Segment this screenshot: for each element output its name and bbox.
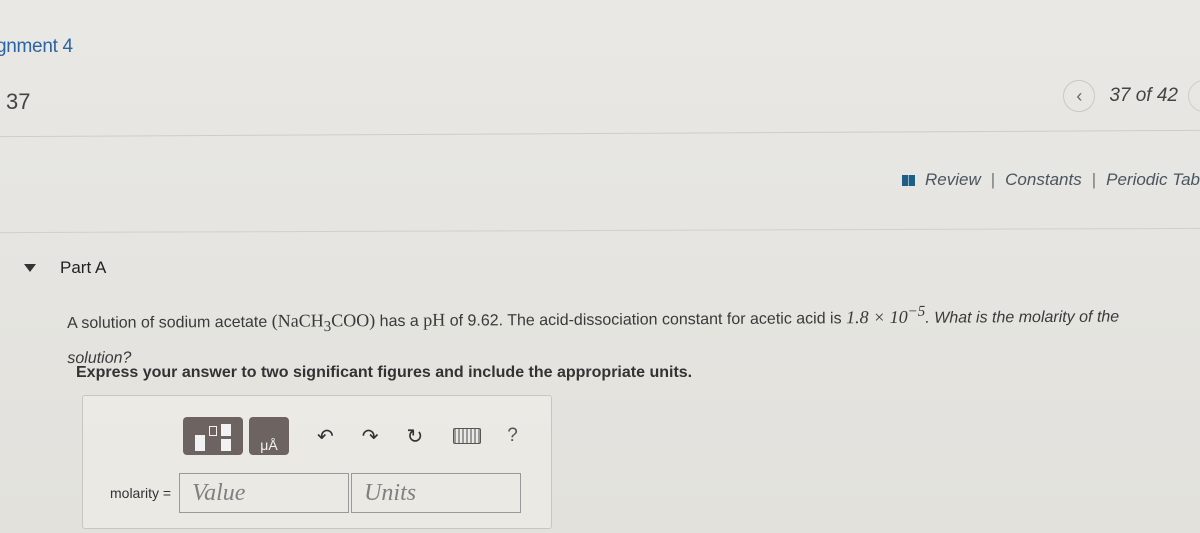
question-text-part: A solution of sodium acetate (67, 313, 272, 332)
ph-symbol: pH (423, 309, 446, 330)
book-icon (901, 174, 915, 186)
ka-value: 1.8 × 10−5 (845, 303, 926, 328)
answer-instruction: Express your answer to two significant f… (76, 364, 693, 381)
undo-icon[interactable]: ↶ (317, 424, 334, 449)
periodic-table-link[interactable]: Periodic Tab (1106, 170, 1200, 190)
question-text-part: has a (375, 312, 424, 331)
separator: | (1091, 170, 1097, 189)
chemical-formula: (NaCH3COO) (271, 310, 376, 336)
question-counter: 37 of 42 (1109, 85, 1178, 106)
answer-row: molarity = (110, 473, 522, 513)
assignment-title[interactable]: gnment 4 (0, 36, 73, 58)
help-icon[interactable]: ? (507, 425, 518, 447)
reset-icon[interactable]: ↻ (407, 424, 424, 449)
question-text-part: of 9.62. The acid-dissociation constant … (445, 310, 847, 330)
collapse-triangle-icon[interactable] (24, 264, 36, 272)
redo-icon[interactable]: ↷ (362, 424, 379, 449)
chevron-left-icon: ‹ (1076, 85, 1083, 106)
units-icon: μÅ (260, 437, 278, 453)
part-title[interactable]: Part A (60, 258, 106, 278)
units-input[interactable] (351, 473, 522, 513)
review-link[interactable]: Review (925, 170, 981, 190)
constants-link[interactable]: Constants (1005, 170, 1082, 190)
question-number: 37 (6, 89, 31, 114)
question-text: A solution of sodium acetate (NaCH3COO) … (67, 295, 1187, 373)
templates-button[interactable] (183, 417, 243, 455)
keyboard-icon[interactable] (453, 428, 482, 444)
question-navigation: ‹ 37 of 42 (1063, 80, 1178, 112)
molarity-label: molarity = (110, 485, 172, 501)
separator: | (990, 170, 996, 189)
resource-links: Review | Constants | Periodic Tab (901, 170, 1200, 190)
divider (0, 227, 1200, 234)
answer-toolbar: μÅ ↶ ↷ ↻ ? (183, 417, 518, 455)
next-question-button[interactable] (1188, 80, 1200, 112)
previous-question-button[interactable]: ‹ (1063, 80, 1096, 112)
value-input[interactable] (179, 473, 350, 513)
divider (0, 129, 1200, 138)
units-button[interactable]: μÅ (249, 417, 289, 455)
